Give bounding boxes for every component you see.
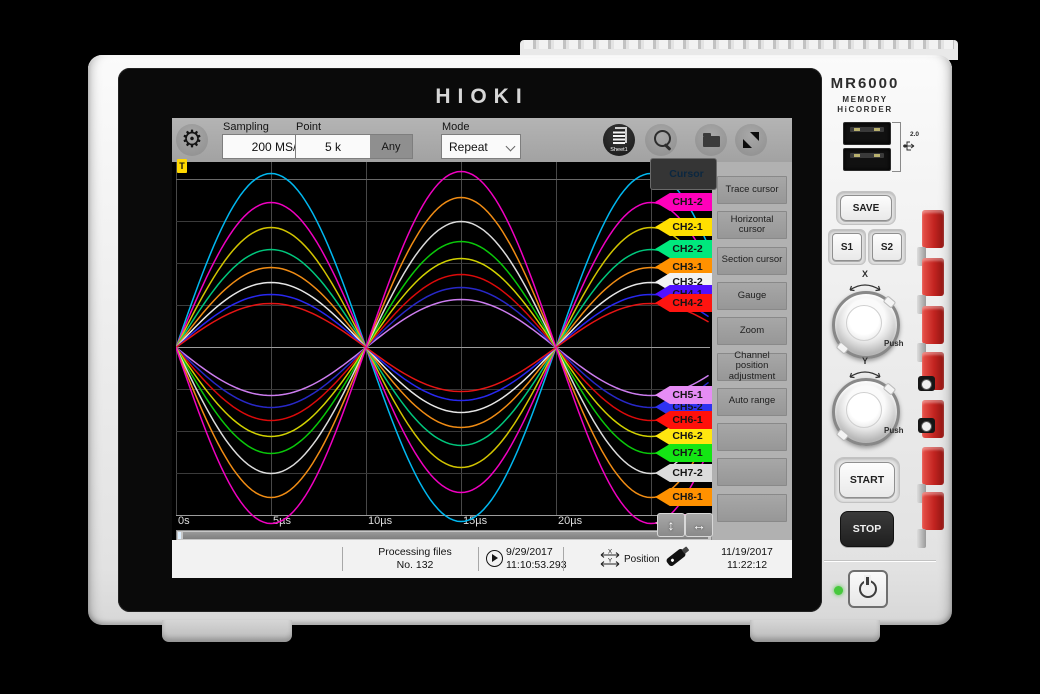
divider — [824, 560, 936, 561]
touch-screen: ⚙ Sampling 200 MS/s Point 5 k Any Mode R… — [172, 118, 792, 578]
brand-logo: HIOKI — [172, 85, 792, 109]
svg-text:X: X — [608, 548, 613, 555]
scroll-position-marker — [178, 532, 181, 539]
menu-button-empty-7[interactable] — [717, 423, 787, 451]
side-menu: Trace cursor Horizontal cursor Section cur… — [712, 162, 792, 540]
product-line1: MEMORY — [822, 95, 908, 104]
sampling-label: Sampling — [223, 121, 269, 133]
axis-tick-label: 20µs — [558, 515, 583, 527]
power-button[interactable] — [848, 570, 888, 608]
photo-background: HIOKI ⚙ Sampling 200 MS/s Point 5 k Any … — [0, 0, 1040, 694]
mode-value: Repeat — [449, 140, 488, 154]
y-push-label: Push — [884, 426, 904, 435]
point-value: 5 k — [325, 140, 341, 154]
chevron-down-icon — [506, 142, 516, 152]
usb-ports[interactable] — [843, 122, 889, 170]
point-label: Point — [296, 121, 321, 133]
status-bar: Processing files No. 132 9/29/2017 11:10… — [172, 540, 792, 578]
mode-dropdown[interactable]: Repeat — [441, 134, 521, 159]
open-file-button[interactable] — [695, 124, 727, 156]
any-button[interactable]: Any — [370, 134, 413, 159]
play-icon — [486, 550, 503, 567]
product-line2: HiCORDER — [822, 105, 908, 114]
record-timestamp: 9/29/2017 11:10:53.293 — [506, 546, 580, 572]
position-xy-icon[interactable]: X Y — [598, 548, 622, 566]
resize-diagonal-icon — [743, 132, 759, 148]
horizontal-scroll-mode-button[interactable]: ↔ — [685, 513, 713, 537]
search-button[interactable] — [645, 124, 677, 156]
settings-button[interactable]: ⚙ — [176, 124, 208, 156]
toolbar: ⚙ Sampling 200 MS/s Point 5 k Any Mode R… — [172, 118, 792, 162]
horizontal-arrows-icon: ↔ — [692, 517, 706, 533]
x-knob-label: X — [822, 269, 908, 279]
vertical-scroll-mode-button[interactable]: ↕ — [657, 513, 685, 537]
waveform-plot[interactable]: 0s5µs10µs15µs20µs — [176, 162, 710, 527]
sheet-button-label: Sheet1 — [610, 147, 627, 153]
menu-button-section-cursor[interactable]: Section cursor — [717, 247, 787, 275]
s1-button[interactable]: S1 — [832, 233, 862, 261]
x-knob[interactable] — [832, 291, 900, 359]
model-name: MR6000 — [822, 75, 908, 92]
save-button[interactable]: SAVE — [840, 195, 892, 221]
selected-channel-box[interactable]: Cursor — [650, 158, 717, 190]
menu-button-channel-position-adjustment[interactable]: Channel position adjustment — [717, 353, 787, 381]
power-led — [834, 586, 843, 595]
axis-tick-label: 0s — [178, 515, 190, 527]
usb-trident-icon — [902, 137, 918, 154]
x-push-label: Push — [884, 339, 904, 348]
start-button[interactable]: START — [839, 462, 895, 498]
point-input[interactable]: 5 k — [295, 134, 371, 159]
position-label: Position — [624, 554, 660, 565]
sheet-icon — [612, 128, 626, 146]
sheet-button[interactable]: Sheet1 — [603, 124, 635, 156]
control-panel: MR6000 MEMORY HiCORDER 2.0 SAVE S1 S2 X — [822, 55, 950, 625]
processing-status: Processing files No. 132 — [350, 546, 480, 572]
usb-drive-icon — [665, 548, 686, 567]
separator — [342, 547, 343, 571]
menu-button-empty-8[interactable] — [717, 458, 787, 486]
device-foot-left — [162, 620, 292, 642]
separator — [478, 547, 479, 571]
usb-bracket — [892, 122, 901, 172]
menu-button-horizontal-cursor[interactable]: Horizontal cursor — [717, 211, 787, 239]
menu-button-empty-9[interactable] — [717, 494, 787, 522]
stop-button[interactable]: STOP — [840, 511, 894, 547]
power-icon — [859, 580, 877, 598]
separator — [563, 547, 564, 571]
fullscreen-button[interactable] — [735, 124, 767, 156]
folder-icon — [703, 136, 720, 147]
trigger-marker-icon: T — [177, 159, 187, 173]
search-icon — [654, 130, 671, 147]
menu-button-auto-range[interactable]: Auto range — [717, 388, 787, 416]
y-knob-label: Y — [822, 356, 908, 366]
cursor-tag[interactable]: Cursor — [654, 164, 712, 183]
usb-version-label: 2.0 — [910, 131, 919, 138]
vertical-arrows-icon: ↕ — [668, 517, 675, 533]
mode-label: Mode — [442, 121, 470, 133]
menu-button-gauge[interactable]: Gauge — [717, 282, 787, 310]
gear-icon: ⚙ — [181, 128, 203, 152]
y-knob[interactable] — [832, 378, 900, 446]
svg-text:Y: Y — [608, 557, 613, 564]
axis-tick-label: 10µs — [368, 515, 393, 527]
menu-button-zoom[interactable]: Zoom — [717, 317, 787, 345]
clock: 11/19/2017 11:22:12 — [707, 546, 787, 572]
scrollbar-handle[interactable] — [183, 532, 708, 539]
menu-button-trace-cursor[interactable]: Trace cursor — [717, 176, 787, 204]
s2-button[interactable]: S2 — [872, 233, 902, 261]
